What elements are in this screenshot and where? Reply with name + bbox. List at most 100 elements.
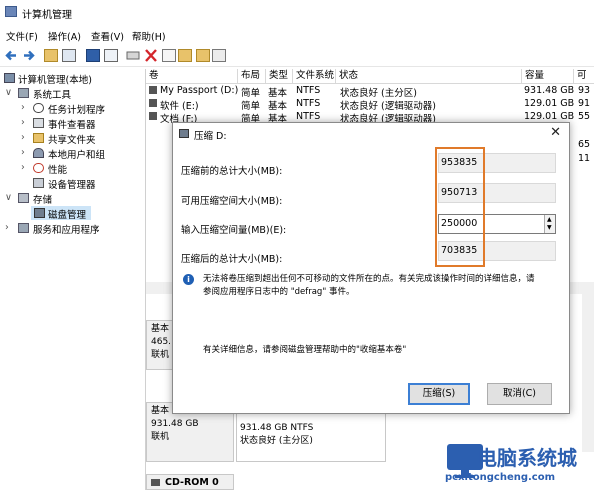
table-cell: NTFS <box>296 85 321 96</box>
table-cell: 931.48 GB <box>524 85 575 96</box>
menu-view[interactable]: 查看(V) <box>91 29 124 43</box>
menu-bar: 文件(F) 操作(A) 查看(V) 帮助(H) <box>0 27 594 43</box>
chevron-right-icon[interactable]: › <box>21 162 25 173</box>
column-header-status[interactable]: 状态 <box>336 69 522 84</box>
table-cell: NTFS <box>296 111 321 122</box>
watermark: 电脑系统城 pcxitongcheng.com <box>445 438 594 490</box>
console-tree-icon[interactable] <box>62 49 76 62</box>
navigation-tree: 计算机管理(本地) ∨ 系统工具 › 任务计划程序 › 事件查看器 › 共享文件… <box>0 69 146 490</box>
table-cell: 11 <box>578 153 591 164</box>
shrink-button[interactable]: 压缩(S) <box>408 383 470 405</box>
disk-icon <box>179 129 189 138</box>
cdrom-label[interactable]: CD-ROM 0 <box>146 474 234 490</box>
services-icon <box>18 223 29 233</box>
cdrom-icon <box>151 479 160 486</box>
tree-item-performance[interactable]: 性能 <box>48 162 67 176</box>
performance-icon <box>33 163 44 173</box>
column-header-layout[interactable]: 布局 <box>238 69 266 84</box>
folder-up-icon[interactable] <box>44 49 58 62</box>
table-cell: 91 <box>578 98 591 109</box>
tree-item-services-apps[interactable]: 服务和应用程序 <box>33 222 100 236</box>
table-cell[interactable]: My Passport (D:) <box>160 85 238 96</box>
disk-management-icon <box>34 208 45 218</box>
chevron-right-icon[interactable]: › <box>21 117 25 128</box>
table-cell: 129.01 GB <box>524 98 575 109</box>
label-total-before: 压缩前的总计大小(MB): <box>181 166 283 177</box>
checklist-icon[interactable] <box>162 49 176 62</box>
storage-icon <box>18 193 29 203</box>
users-icon <box>33 148 44 158</box>
watermark-text: 电脑系统城 <box>477 446 577 470</box>
chevron-right-icon[interactable]: › <box>21 147 25 158</box>
column-header-free[interactable]: 可 <box>574 69 594 84</box>
disk-2-size: 931.48 GB <box>151 419 199 429</box>
folder-icon[interactable] <box>178 49 192 62</box>
spinner-up-icon[interactable]: ▲ <box>547 216 552 223</box>
table-cell: 状态良好 (主分区) <box>340 88 417 99</box>
properties-icon[interactable] <box>104 49 118 62</box>
label-available-space: 可用压缩空间大小(MB): <box>181 196 283 207</box>
disk-2-status: 联机 <box>151 432 170 442</box>
table-cell: 129.01 GB <box>524 111 575 122</box>
shared-folder-icon <box>33 133 44 143</box>
chevron-right-icon[interactable]: › <box>5 222 9 233</box>
chevron-right-icon[interactable]: › <box>21 102 25 113</box>
device-manager-icon <box>33 178 44 188</box>
help-text: 有关详细信息，请参阅磁盘管理帮助中的"收缩基本卷" <box>203 345 407 355</box>
spinner[interactable]: ▲ ▼ <box>544 215 555 233</box>
menu-help[interactable]: 帮助(H) <box>132 29 166 43</box>
connect-icon[interactable] <box>126 49 140 62</box>
watermark-url: pcxitongcheng.com <box>445 472 556 483</box>
info-message: 无法将卷压缩到超出任何不可移动的文件所在的点。有关完成该操作时间的详细信息，请 … <box>203 273 563 299</box>
column-header-filesystem[interactable]: 文件系统 <box>293 69 336 84</box>
tree-item-disk-management[interactable]: 磁盘管理 <box>48 207 86 221</box>
forward-arrow-icon[interactable] <box>22 49 36 62</box>
tree-item-event-viewer[interactable]: 事件查看器 <box>48 117 96 131</box>
table-cell[interactable]: 软件 (E:) <box>160 98 199 112</box>
table-cell: NTFS <box>296 98 321 109</box>
cdrom-text: CD-ROM 0 <box>165 477 219 488</box>
table-cell: 状态良好 (逻辑驱动器) <box>340 101 436 112</box>
tree-item-task-scheduler[interactable]: 任务计划程序 <box>48 102 105 116</box>
partition-d-status: 状态良好 (主分区) <box>240 436 313 446</box>
back-arrow-icon[interactable] <box>4 49 18 62</box>
column-header-type[interactable]: 类型 <box>266 69 293 84</box>
table-cell: 简单 <box>241 101 261 112</box>
event-log-icon <box>33 118 44 128</box>
clock-icon <box>33 103 44 113</box>
tree-item-system-tools[interactable]: 系统工具 <box>33 87 71 101</box>
tree-item-storage[interactable]: 存储 <box>33 192 52 206</box>
search-folder-icon[interactable] <box>196 49 210 62</box>
cancel-button[interactable]: 取消(C) <box>487 383 552 405</box>
info-line-1: 无法将卷压缩到超出任何不可移动的文件所在的点。有关完成该操作时间的详细信息，请 <box>203 274 535 284</box>
tree-item-shared-folders[interactable]: 共享文件夹 <box>48 132 96 146</box>
delete-x-icon[interactable] <box>144 49 158 62</box>
chevron-down-icon[interactable]: ∨ <box>5 87 12 98</box>
view-icon[interactable] <box>212 49 226 62</box>
info-line-2: 参阅应用程序日志中的 "defrag" 事件。 <box>203 287 355 297</box>
close-icon[interactable]: ✕ <box>550 125 561 140</box>
column-header-volume[interactable]: 卷 <box>146 69 238 84</box>
info-icon: i <box>183 274 194 285</box>
table-cell: 65 <box>578 139 591 150</box>
label-shrink-amount: 输入压缩空间量(MB)(E): <box>181 225 287 236</box>
vertical-scrollbar[interactable] <box>582 282 594 452</box>
tree-item-local-users[interactable]: 本地用户和组 <box>48 147 105 161</box>
column-header-capacity[interactable]: 容量 <box>522 69 574 84</box>
chevron-right-icon[interactable]: › <box>21 132 25 143</box>
dialog-title-bar: 压缩 D: ✕ <box>173 123 569 145</box>
tree-item-device-manager[interactable]: 设备管理器 <box>48 177 96 191</box>
table-cell: 55 <box>578 111 591 122</box>
tree-item-root[interactable]: 计算机管理(本地) <box>18 72 92 86</box>
title-bar: 计算机管理 <box>0 0 594 24</box>
chevron-down-icon[interactable]: ∨ <box>5 192 12 203</box>
spinner-down-icon[interactable]: ▼ <box>547 224 552 231</box>
toolbar <box>0 46 594 67</box>
help-icon[interactable] <box>86 49 100 62</box>
label-total-after: 压缩后的总计大小(MB): <box>181 254 283 265</box>
dialog-title: 压缩 D: <box>194 131 227 142</box>
window-title: 计算机管理 <box>22 10 72 21</box>
menu-file[interactable]: 文件(F) <box>6 29 38 43</box>
menu-action[interactable]: 操作(A) <box>48 29 81 43</box>
table-cell: 基本 <box>268 88 288 99</box>
